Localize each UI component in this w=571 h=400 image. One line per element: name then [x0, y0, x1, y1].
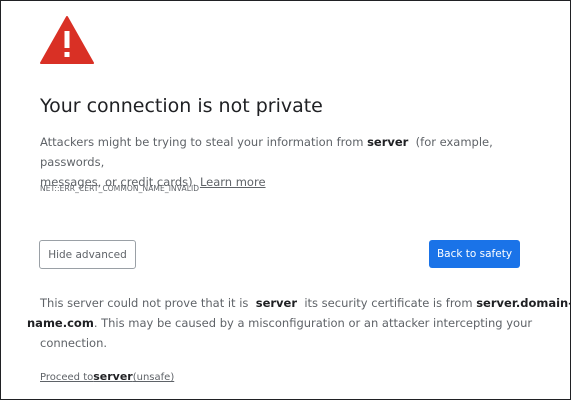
details-line-3: connection.	[25, 333, 525, 353]
description-text: Attackers might be trying to steal your …	[40, 135, 364, 149]
page-title: Your connection is not private	[40, 95, 323, 117]
proceed-unsafe: Proceed toserver(unsafe)	[40, 370, 174, 383]
host-name: server	[367, 135, 409, 149]
warning-triangle-icon	[40, 16, 94, 64]
details-text: This server could not prove that it is	[40, 296, 249, 310]
details-text-end: connection.	[40, 336, 108, 350]
proceed-host: server	[93, 370, 133, 383]
learn-more-link[interactable]: Learn more	[200, 175, 266, 189]
interstitial-page: Your connection is not private Attackers…	[0, 0, 571, 400]
proceed-suffix: (unsafe)	[132, 372, 175, 383]
back-to-safety-button[interactable]: Back to safety	[429, 240, 520, 268]
cert-domain-name: name	[27, 316, 63, 330]
details-line-2: name.com. This may be caused by a miscon…	[25, 313, 532, 333]
warning-description: Attackers might be trying to steal your …	[40, 132, 540, 192]
server-name: server	[255, 296, 298, 310]
cert-domain-tld: .com	[62, 316, 94, 330]
advanced-details: This server could not prove that it is s…	[25, 293, 571, 353]
details-text-cause: . This may be caused by a misconfigurati…	[93, 316, 533, 330]
description-line-1: Attackers might be trying to steal your …	[40, 132, 540, 172]
details-line-1: This server could not prove that it is s…	[25, 293, 571, 313]
details-text-cont: its security certificate is from	[304, 296, 473, 310]
proceed-unsafe-link[interactable]: Proceed toserver(unsafe)	[40, 370, 175, 383]
hide-advanced-button[interactable]: Hide advanced	[39, 240, 136, 269]
cert-domain-start: server.domain-	[476, 296, 571, 310]
proceed-prefix: Proceed to	[40, 372, 94, 383]
error-code: NET::ERR_CERT_COMMON_NAME_INVALID	[40, 184, 200, 193]
